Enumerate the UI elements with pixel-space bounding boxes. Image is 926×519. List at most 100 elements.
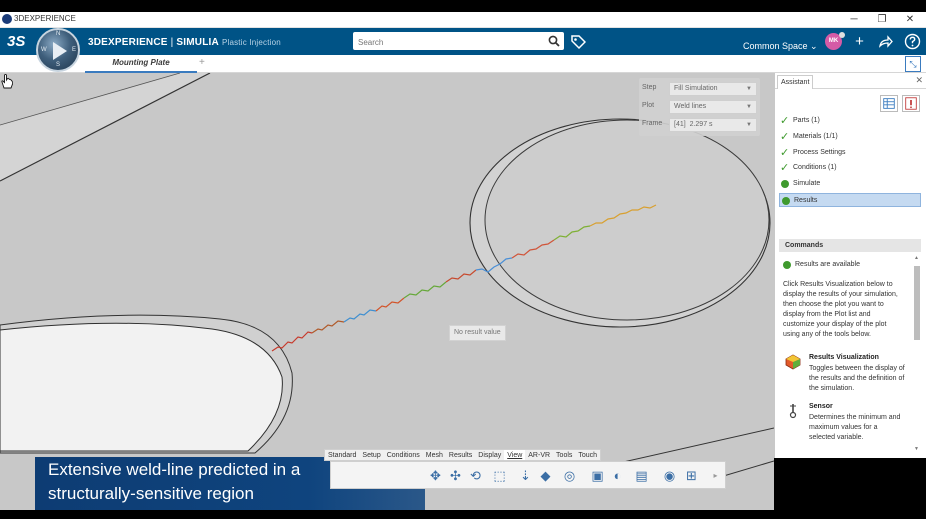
assistant-header: Assistant ✕ [775, 75, 926, 89]
play-icon [53, 42, 67, 60]
weld-line-segment-3 [343, 309, 377, 323]
plot-value: Weld lines [674, 103, 707, 110]
alert-icon[interactable] [902, 95, 920, 112]
results-available: Results are available [783, 261, 860, 269]
brand-title: 3DEXPERIENCE | SIMULIA Plastic Injection [88, 37, 281, 48]
tab-mesh[interactable]: Mesh [423, 450, 446, 460]
commands-body: Results are available Click Results Visu… [779, 254, 913, 454]
search-input[interactable] [353, 33, 533, 52]
render-style-icon[interactable]: ◎ [561, 467, 578, 484]
results-available-text: Results are available [795, 261, 860, 268]
minimize-button[interactable]: ─ [840, 12, 868, 28]
share-icon[interactable] [877, 33, 894, 50]
scroll-thumb[interactable] [914, 266, 920, 340]
frame-label: Frame [642, 120, 663, 127]
boss-top-face [484, 119, 770, 321]
tab-view[interactable]: View [504, 450, 526, 460]
weld-line-segment-4 [375, 297, 405, 312]
avatar[interactable]: MK [825, 32, 845, 50]
restore-button[interactable]: ❐ [868, 12, 896, 28]
step-parts[interactable]: ✓ Parts (1) [779, 114, 921, 128]
view-cube-icon[interactable]: ◆ [537, 467, 554, 484]
tab-ar-vr[interactable]: AR-VR [525, 450, 553, 460]
frame-row: Frame [41] 2.297 s ▼ [642, 118, 758, 132]
layout-icon[interactable]: ⊞ [683, 467, 700, 484]
close-window-button[interactable]: ✕ [896, 12, 924, 28]
step-select[interactable]: Fill Simulation ▼ [669, 82, 757, 96]
step-label: Process Settings [793, 149, 846, 156]
commands-scrollbar[interactable]: ▲ ▼ [913, 254, 921, 454]
zoom-area-icon[interactable]: ⬚ [491, 467, 508, 484]
compass-south[interactable]: S [56, 62, 60, 68]
shading-icon[interactable]: ▣ [589, 467, 606, 484]
compass-north[interactable]: N [56, 31, 60, 37]
hide-show-icon[interactable]: ◐ [609, 467, 626, 484]
app-logo-icon [2, 14, 12, 24]
help-icon[interactable] [904, 33, 921, 50]
frame-select[interactable]: [41] 2.297 s ▼ [669, 118, 757, 132]
sensor-title: Sensor [809, 403, 833, 410]
tag-icon[interactable] [570, 34, 586, 50]
check-icon: ✓ [780, 131, 790, 143]
status-dot-icon [782, 197, 790, 205]
os-top-strip [0, 0, 926, 12]
search-icon[interactable] [548, 35, 560, 47]
tab-setup[interactable]: Setup [359, 450, 383, 460]
compass-east[interactable]: E [72, 47, 76, 53]
action-bar: ✥ ✣ ⟲ ⬚ ⇣ ◆ ◎ ▣ ◐ ▤ ◉ ⊞ ▸ [330, 461, 726, 489]
plot-label: Plot [642, 102, 655, 109]
step-process-settings[interactable]: ✓ Process Settings [779, 146, 921, 160]
add-icon[interactable]: + [851, 33, 868, 50]
list-view-icon[interactable] [880, 95, 898, 112]
status-dot-icon [783, 261, 791, 269]
check-icon: ✓ [780, 162, 790, 174]
close-icon[interactable]: ✕ [915, 75, 923, 86]
step-simulate[interactable]: Simulate [779, 177, 921, 191]
scroll-up-icon[interactable]: ▲ [914, 255, 919, 261]
check-icon: ✓ [780, 115, 790, 127]
step-label: Simulate [793, 180, 821, 187]
capture-icon[interactable]: ◉ [661, 467, 678, 484]
status-dot-icon [781, 180, 789, 188]
check-icon: ✓ [780, 147, 790, 159]
fit-all-icon[interactable]: ✥ [427, 467, 444, 484]
step-conditions[interactable]: ✓ Conditions (1) [779, 161, 921, 175]
compass-west[interactable]: W [41, 47, 47, 53]
space-selector[interactable]: Common Space ⌄ [743, 41, 818, 52]
normal-view-icon[interactable]: ⇣ [517, 467, 534, 484]
section-icon[interactable]: ▤ [633, 467, 650, 484]
add-tab-button[interactable]: + [199, 57, 205, 68]
3d-viewport[interactable]: Step Fill Simulation ▼ Plot Weld lines ▼ F… [0, 73, 774, 513]
result-tooltip: No result value [449, 325, 506, 341]
caption-line-2: structurally-sensitive region [48, 484, 254, 503]
rotate-icon[interactable]: ⟲ [467, 467, 484, 484]
caption-line-1: Extensive weld-line predicted in a [48, 460, 301, 479]
step-results[interactable]: Results [779, 193, 921, 207]
ds-logo-icon: 3S [7, 33, 26, 50]
tab-standard[interactable]: Standard [325, 450, 359, 460]
plot-select[interactable]: Weld lines ▼ [669, 100, 757, 114]
cutout-hole [0, 322, 283, 452]
collapse-icon[interactable]: ⤡ [905, 56, 921, 72]
chevron-down-icon: ⌄ [810, 41, 818, 51]
tab-display[interactable]: Display [475, 450, 504, 460]
scroll-down-icon[interactable]: ▼ [914, 446, 919, 452]
step-row: Step Fill Simulation ▼ [642, 82, 758, 96]
compass-icon[interactable]: N W E S [36, 28, 80, 72]
search-box [353, 32, 564, 52]
assistant-tab[interactable]: Assistant [777, 75, 814, 89]
brand-prefix: 3DEXPERIENCE [88, 37, 168, 48]
expand-toolbar-icon[interactable]: ▸ [707, 467, 724, 484]
commands-header: Commands [779, 239, 921, 252]
notification-dot [839, 32, 845, 38]
tab-mounting-plate[interactable]: Mounting Plate [85, 55, 197, 73]
tab-touch[interactable]: Touch [575, 450, 600, 460]
step-label: Conditions (1) [793, 164, 837, 171]
instructions-text: Click Results Visualization below to dis… [783, 281, 898, 338]
step-materials[interactable]: ✓ Materials (1/1) [779, 130, 921, 144]
pan-icon[interactable]: ✣ [447, 467, 464, 484]
tab-tools[interactable]: Tools [553, 450, 575, 460]
tab-conditions[interactable]: Conditions [384, 450, 423, 460]
chevron-down-icon: ▼ [746, 122, 752, 128]
tab-results[interactable]: Results [446, 450, 475, 460]
